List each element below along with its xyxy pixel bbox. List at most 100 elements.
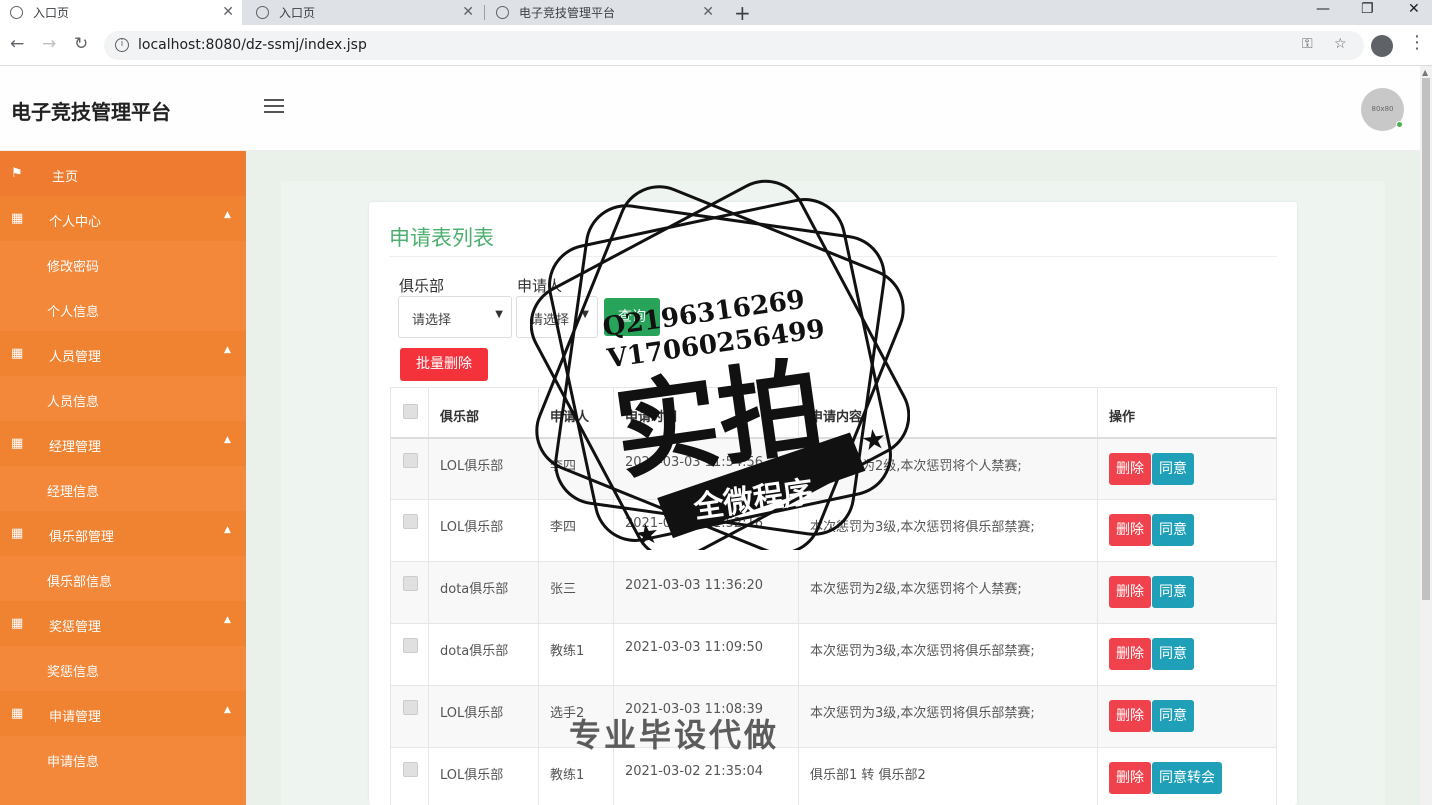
delete-button[interactable]: 删除 (1109, 514, 1151, 546)
content-cell: 俱乐部1 转 俱乐部2 (798, 747, 1098, 805)
caret-up-icon: ▲ (224, 210, 231, 220)
row-checkbox[interactable] (403, 576, 418, 591)
scrollbar-thumb[interactable] (1422, 78, 1430, 600)
time-cell: 2021-03-03 11:54:56 (613, 437, 799, 500)
row-checkbox[interactable] (403, 762, 418, 777)
menu-icon[interactable]: ⋮ (1408, 32, 1426, 53)
delete-button[interactable]: 删除 (1109, 576, 1151, 608)
new-tab-icon[interactable]: + (734, 1, 751, 25)
browser-tab-strip: 入口页 ✕ 入口页 ✕ 电子竞技管理平台 ✕ + — ❐ ✕ (0, 0, 1432, 25)
row-checkbox[interactable] (403, 700, 418, 715)
select-all-checkbox[interactable] (403, 404, 418, 419)
approve-button[interactable]: 同意 (1152, 514, 1194, 546)
browser-tab-title: 入口页 (33, 6, 70, 20)
delete-button[interactable]: 删除 (1109, 638, 1151, 670)
window-close-icon[interactable]: ✕ (1408, 1, 1420, 17)
club-cell: LOL俱乐部 (428, 747, 539, 805)
hamburger-icon[interactable] (264, 99, 284, 113)
sidebar-item-label: 俱乐部信息 (47, 575, 113, 590)
browser-tab[interactable]: 入口页 ✕ (0, 0, 242, 25)
sidebar-item-personal-info[interactable]: 个人信息 (0, 286, 246, 331)
omnibox[interactable]: i localhost:8080/dz-ssmj/index.jsp ⚿ ☆ (104, 31, 1364, 60)
sidebar-item-label: 经理管理 (49, 440, 102, 455)
profile-icon[interactable] (1371, 35, 1393, 57)
info-icon[interactable]: i (115, 38, 129, 52)
sidebar-item-staff-management[interactable]: ▦ 人员管理 ▲ (0, 331, 246, 376)
table-row: LOL俱乐部 李四 2021-03-03 11:52:16 本次惩罚为3级,本次… (390, 499, 1277, 562)
club-cell: LOL俱乐部 (428, 437, 539, 500)
row-checkbox[interactable] (403, 514, 418, 529)
globe-icon (10, 6, 23, 19)
approve-button[interactable]: 同意 (1152, 638, 1194, 670)
sidebar-item-application-info[interactable]: 申请信息 (0, 736, 246, 781)
actions-cell: 删除 同意 (1097, 499, 1277, 562)
sidebar-item-home[interactable]: ⚑ 主页 (0, 151, 246, 196)
chevron-down-icon: ▼ (495, 309, 503, 320)
caret-up-icon: ▲ (224, 345, 231, 355)
chevron-down-icon: ▼ (581, 309, 589, 320)
sidebar-item-label: 奖惩管理 (49, 620, 102, 635)
close-icon[interactable]: ✕ (462, 4, 474, 20)
sidebar-item-club-info[interactable]: 俱乐部信息 (0, 556, 246, 601)
sidebar-item-manager-management[interactable]: ▦ 经理管理 ▲ (0, 421, 246, 466)
query-button[interactable]: 查询 (604, 298, 660, 336)
reload-icon[interactable]: ↻ (74, 34, 88, 54)
sidebar-item-label: 修改密码 (47, 260, 100, 275)
content-cell: 本次惩罚为3级,本次惩罚将俱乐部禁赛; (798, 499, 1098, 562)
browser-tab[interactable]: 电子竞技管理平台 ✕ (486, 0, 722, 25)
delete-button[interactable]: 删除 (1109, 762, 1151, 794)
column-header: 操作 (1097, 387, 1277, 439)
restore-icon[interactable]: ❐ (1361, 1, 1374, 17)
close-icon[interactable]: ✕ (702, 4, 714, 20)
sidebar-item-application-management[interactable]: ▦ 申请管理 ▲ (0, 691, 246, 736)
sidebar-item-label: 个人信息 (47, 305, 100, 320)
sidebar-item-rewards-info[interactable]: 奖惩信息 (0, 646, 246, 691)
select-all-cell (390, 387, 429, 439)
actions-cell: 删除 同意 (1097, 623, 1277, 686)
sidebar-item-label: 俱乐部管理 (49, 530, 115, 545)
back-icon[interactable]: ← (10, 34, 24, 54)
applicant-cell: 李四 (538, 499, 614, 562)
row-checkbox[interactable] (403, 638, 418, 653)
column-header: 俱乐部 (428, 387, 539, 439)
table-row: LOL俱乐部 李四 2021-03-03 11:54:56 本次惩罚为2级,本次… (390, 437, 1277, 500)
page: 电子竞技管理平台 80x80 ⚑ 主页 ▦ 个人中心 ▲ 修改密码 个人信息 ▦… (0, 66, 1420, 805)
scroll-up-icon[interactable]: ▲ (1422, 68, 1428, 77)
url-text[interactable]: localhost:8080/dz-ssmj/index.jsp (138, 37, 367, 53)
delete-button[interactable]: 删除 (1109, 452, 1151, 485)
sidebar-item-change-password[interactable]: 修改密码 (0, 241, 246, 286)
minimize-icon[interactable]: — (1316, 1, 1330, 17)
sidebar-item-club-management[interactable]: ▦ 俱乐部管理 ▲ (0, 511, 246, 556)
sidebar-item-personal-center[interactable]: ▦ 个人中心 ▲ (0, 196, 246, 241)
approve-button[interactable]: 同意 (1152, 452, 1194, 485)
sidebar-item-label: 人员管理 (49, 350, 102, 365)
club-select[interactable]: 请选择 ▼ (398, 296, 512, 338)
close-icon[interactable]: ✕ (222, 4, 234, 20)
batch-delete-button[interactable]: 批量删除 (400, 348, 488, 381)
approve-transfer-button[interactable]: 同意转会 (1152, 762, 1222, 794)
forward-icon[interactable]: → (42, 34, 56, 54)
row-checkbox[interactable] (403, 452, 418, 468)
time-cell: 2021-03-03 11:09:50 (613, 623, 799, 686)
sidebar-item-manager-info[interactable]: 经理信息 (0, 466, 246, 511)
club-cell: LOL俱乐部 (428, 685, 539, 748)
delete-button[interactable]: 删除 (1109, 700, 1151, 732)
scrollbar[interactable]: ▲ (1420, 66, 1432, 805)
content-cell: 本次惩罚为2级,本次惩罚将个人禁赛; (798, 561, 1098, 624)
browser-tab[interactable]: 入口页 ✕ (246, 0, 482, 25)
grid-icon: ▦ (11, 436, 24, 451)
topbar: 电子竞技管理平台 80x80 (0, 66, 1420, 151)
actions-cell: 删除 同意 (1097, 685, 1277, 748)
applicant-select[interactable]: 请选择 ▼ (516, 296, 598, 338)
online-status-dot (1396, 121, 1403, 128)
sidebar-item-staff-info[interactable]: 人员信息 (0, 376, 246, 421)
approve-button[interactable]: 同意 (1152, 576, 1194, 608)
sidebar-item-rewards-management[interactable]: ▦ 奖惩管理 ▲ (0, 601, 246, 646)
key-icon[interactable]: ⚿ (1302, 36, 1313, 52)
approve-button[interactable]: 同意 (1152, 700, 1194, 732)
caret-up-icon: ▲ (224, 435, 231, 445)
table-header-row: 俱乐部 申请人 申请时间 申请内容 操作 (390, 387, 1277, 439)
club-filter-label: 俱乐部 (399, 277, 445, 295)
sidebar-item-label: 申请信息 (47, 755, 100, 770)
star-icon[interactable]: ☆ (1334, 36, 1347, 52)
